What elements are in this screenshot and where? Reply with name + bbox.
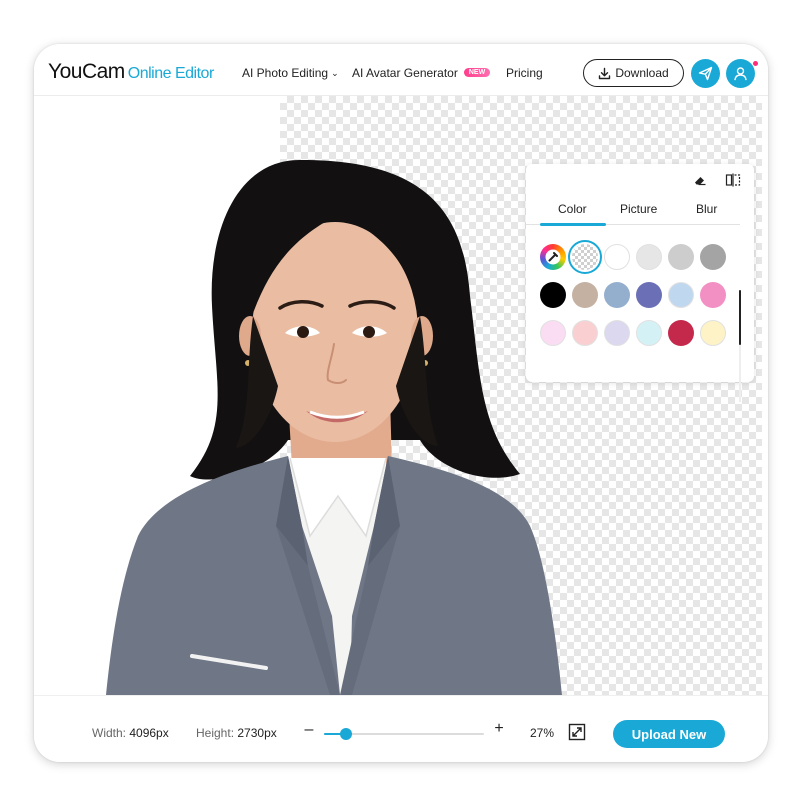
color-swatch[interactable] <box>700 320 726 346</box>
expand-icon <box>568 723 586 741</box>
color-swatch[interactable] <box>636 320 662 346</box>
background-tabs: Color Picture Blur <box>526 202 754 226</box>
nav-ai-photo-editing[interactable]: AI Photo Editing ⌄ <box>242 66 339 80</box>
paper-plane-icon <box>698 66 713 81</box>
bottom-toolbar: Width: 4096px Height: 2730px – + 27% Upl… <box>34 695 768 762</box>
active-tab-indicator <box>540 223 606 226</box>
zoom-percentage: 27% <box>530 726 555 740</box>
top-bar: YouCam Online Editor AI Photo Editing ⌄ AI… <box>34 44 768 96</box>
fit-screen-button[interactable] <box>567 722 587 742</box>
background-panel: Color Picture Blur <box>526 164 754 402</box>
nav-label: AI Avatar Generator <box>352 66 458 80</box>
image-height: Height: 2730px <box>196 726 277 740</box>
height-value: 2730px <box>237 726 277 740</box>
upload-new-button[interactable]: Upload New <box>613 720 725 748</box>
color-swatch[interactable] <box>668 282 694 308</box>
eraser-button[interactable] <box>690 171 710 189</box>
download-label: Download <box>615 66 669 80</box>
compare-button[interactable] <box>723 171 743 189</box>
color-swatch[interactable] <box>636 244 662 270</box>
eyedropper-icon <box>545 249 561 265</box>
zoom-out-button[interactable]: – <box>302 721 316 739</box>
color-swatch[interactable] <box>540 320 566 346</box>
chevron-down-icon: ⌄ <box>331 68 339 78</box>
width-label: Width: <box>92 726 127 740</box>
notification-dot <box>753 61 758 66</box>
color-swatch[interactable] <box>604 244 630 270</box>
download-icon <box>599 67 611 79</box>
zoom-slider-handle[interactable] <box>340 728 353 740</box>
color-swatch[interactable] <box>540 282 566 308</box>
account-button[interactable] <box>726 59 755 88</box>
tab-blur[interactable]: Blur <box>696 202 717 216</box>
nav-label: Pricing <box>506 66 543 80</box>
height-label: Height: <box>196 726 235 740</box>
logo[interactable]: YouCam Online Editor <box>48 60 214 84</box>
color-swatch[interactable] <box>700 282 726 308</box>
image-width: Width: 4096px <box>92 726 169 740</box>
tab-color[interactable]: Color <box>558 202 587 216</box>
tab-picture[interactable]: Picture <box>620 202 657 216</box>
logo-product: Online Editor <box>127 65 215 82</box>
color-swatch[interactable] <box>668 244 694 270</box>
color-swatch[interactable] <box>572 320 598 346</box>
nav-label: AI Photo Editing <box>242 66 329 80</box>
nav-ai-avatar-generator[interactable]: AI Avatar Generator NEW <box>352 66 491 80</box>
eraser-icon <box>695 177 706 186</box>
width-value: 4096px <box>129 726 169 740</box>
transparent-swatch[interactable] <box>568 240 602 274</box>
zoom-slider[interactable] <box>324 728 484 740</box>
new-badge: NEW <box>463 68 491 78</box>
compare-icon <box>725 173 741 187</box>
user-icon <box>734 67 747 81</box>
swatch-scrollbar-thumb[interactable] <box>739 290 741 345</box>
custom-color-picker-button[interactable] <box>540 244 566 270</box>
download-button[interactable]: Download <box>583 59 684 87</box>
zoom-in-button[interactable]: + <box>492 720 506 738</box>
share-button[interactable] <box>691 59 720 88</box>
color-swatch[interactable] <box>636 282 662 308</box>
editing-canvas[interactable]: Color Picture Blur <box>40 96 762 695</box>
logo-brand: YouCam <box>48 60 125 83</box>
color-swatch[interactable] <box>572 282 598 308</box>
editor-window: YouCam Online Editor AI Photo Editing ⌄ AI… <box>34 44 768 762</box>
color-swatch[interactable] <box>604 320 630 346</box>
color-swatch[interactable] <box>604 282 630 308</box>
nav-pricing[interactable]: Pricing <box>506 66 543 80</box>
color-swatch[interactable] <box>668 320 694 346</box>
color-swatch[interactable] <box>700 244 726 270</box>
